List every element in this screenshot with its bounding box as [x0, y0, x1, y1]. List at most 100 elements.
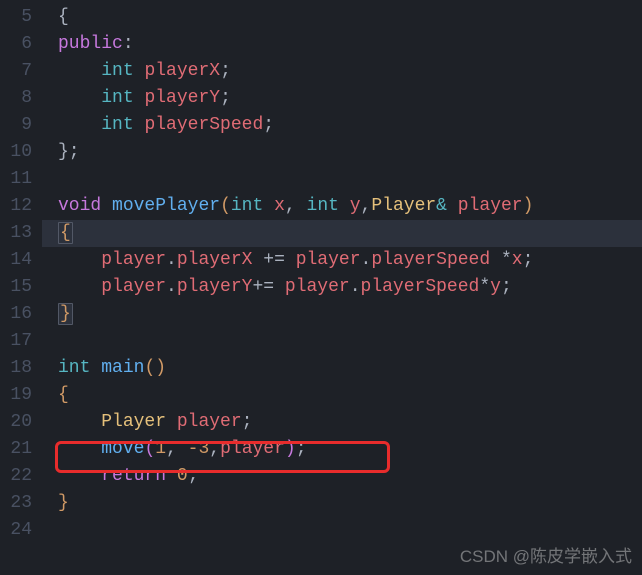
- token-ident: [58, 250, 101, 270]
- line-number: 10: [0, 139, 42, 166]
- token-kw: return: [101, 466, 166, 486]
- token-bracket1: }: [58, 493, 69, 513]
- token-var: y: [350, 196, 361, 216]
- token-kw: void: [58, 196, 101, 216]
- line-number: 15: [0, 274, 42, 301]
- token-punct: ;: [501, 277, 512, 297]
- token-punct: .: [361, 250, 372, 270]
- token-punct: +=: [252, 277, 274, 297]
- token-ident: [101, 196, 112, 216]
- line-number: 12: [0, 193, 42, 220]
- code-line[interactable]: int playerY;: [58, 85, 642, 112]
- line-number-gutter: 56789101112131415161718192021222324: [0, 0, 42, 544]
- code-line[interactable]: {: [58, 382, 642, 409]
- token-type: int: [101, 115, 133, 135]
- token-ident: [134, 88, 145, 108]
- token-cls: Player: [371, 196, 436, 216]
- code-line[interactable]: move(1, -3,player);: [58, 436, 642, 463]
- line-number: 17: [0, 328, 42, 355]
- code-line[interactable]: [58, 166, 642, 193]
- code-line[interactable]: }: [58, 301, 642, 328]
- token-type: &: [436, 196, 447, 216]
- code-line[interactable]: public:: [58, 31, 642, 58]
- token-punct: *: [501, 250, 512, 270]
- code-line[interactable]: player.playerX += player.playerSpeed *x;: [58, 247, 642, 274]
- token-var: playerSpeed: [361, 277, 480, 297]
- token-punct: ;: [263, 115, 274, 135]
- line-number: 23: [0, 490, 42, 517]
- token-ident: [166, 466, 177, 486]
- token-var: player: [101, 277, 166, 297]
- token-punct: ,: [209, 439, 220, 459]
- code-line[interactable]: void movePlayer(int x, int y,Player& pla…: [58, 193, 642, 220]
- token-ident: [58, 439, 101, 459]
- line-number: 8: [0, 85, 42, 112]
- code-line[interactable]: {: [58, 4, 642, 31]
- token-punct: };: [58, 142, 80, 162]
- token-punct: ;: [523, 250, 534, 270]
- code-line[interactable]: };: [58, 139, 642, 166]
- code-line[interactable]: int playerSpeed;: [58, 112, 642, 139]
- token-punct: .: [166, 250, 177, 270]
- token-bracket2: ): [285, 439, 296, 459]
- line-number: 5: [0, 4, 42, 31]
- token-var: player: [177, 412, 242, 432]
- code-line[interactable]: Player player;: [58, 409, 642, 436]
- token-var: player: [220, 439, 285, 459]
- token-bracket2: (: [144, 439, 155, 459]
- token-func: movePlayer: [112, 196, 220, 216]
- token-var: player: [296, 250, 361, 270]
- token-ident: [58, 466, 101, 486]
- code-line[interactable]: }: [58, 490, 642, 517]
- token-var: x: [274, 196, 285, 216]
- token-type: int: [58, 358, 90, 378]
- watermark: CSDN @陈皮学嵌入式: [460, 542, 632, 567]
- token-punct: ;: [242, 412, 253, 432]
- token-bracket1: (: [220, 196, 231, 216]
- token-var: player: [458, 196, 523, 216]
- token-punct: .: [166, 277, 177, 297]
- line-number: 20: [0, 409, 42, 436]
- token-type: int: [101, 61, 133, 81]
- token-ident: [274, 277, 285, 297]
- token-type: int: [101, 88, 133, 108]
- token-bracket1: {: [58, 222, 73, 244]
- token-punct: +=: [263, 250, 285, 270]
- token-var: player: [101, 250, 166, 270]
- token-var: playerY: [177, 277, 253, 297]
- token-ident: [134, 61, 145, 81]
- token-var: playerX: [177, 250, 253, 270]
- line-number: 13: [0, 220, 42, 247]
- token-num: 1: [155, 439, 166, 459]
- token-punct: ;: [296, 439, 307, 459]
- line-number: 14: [0, 247, 42, 274]
- token-punct: ;: [188, 466, 199, 486]
- line-number: 16: [0, 301, 42, 328]
- code-line[interactable]: return 0;: [58, 463, 642, 490]
- code-line[interactable]: player.playerY+= player.playerSpeed*y;: [58, 274, 642, 301]
- token-ident: [58, 88, 101, 108]
- token-kw: public: [58, 34, 123, 54]
- line-number: 18: [0, 355, 42, 382]
- line-number: 6: [0, 31, 42, 58]
- line-number: 7: [0, 58, 42, 85]
- token-var: y: [490, 277, 501, 297]
- token-punct: *: [479, 277, 490, 297]
- code-line[interactable]: [58, 517, 642, 544]
- code-line[interactable]: int main(): [58, 355, 642, 382]
- line-number: 19: [0, 382, 42, 409]
- code-line[interactable]: {: [42, 220, 642, 247]
- line-number: 11: [0, 166, 42, 193]
- code-area[interactable]: { public: int playerX; int playerY; int p…: [42, 0, 642, 544]
- token-var: player: [285, 277, 350, 297]
- token-bracket1: ): [523, 196, 534, 216]
- token-ident: [285, 250, 296, 270]
- token-punct: {: [58, 7, 69, 27]
- code-line[interactable]: int playerX;: [58, 58, 642, 85]
- token-bracket1: }: [58, 303, 73, 325]
- code-editor[interactable]: 56789101112131415161718192021222324 {pub…: [0, 0, 642, 544]
- code-line[interactable]: [58, 328, 642, 355]
- token-var: playerY: [144, 88, 220, 108]
- token-cls: Player: [101, 412, 166, 432]
- token-bracket1: (): [144, 358, 166, 378]
